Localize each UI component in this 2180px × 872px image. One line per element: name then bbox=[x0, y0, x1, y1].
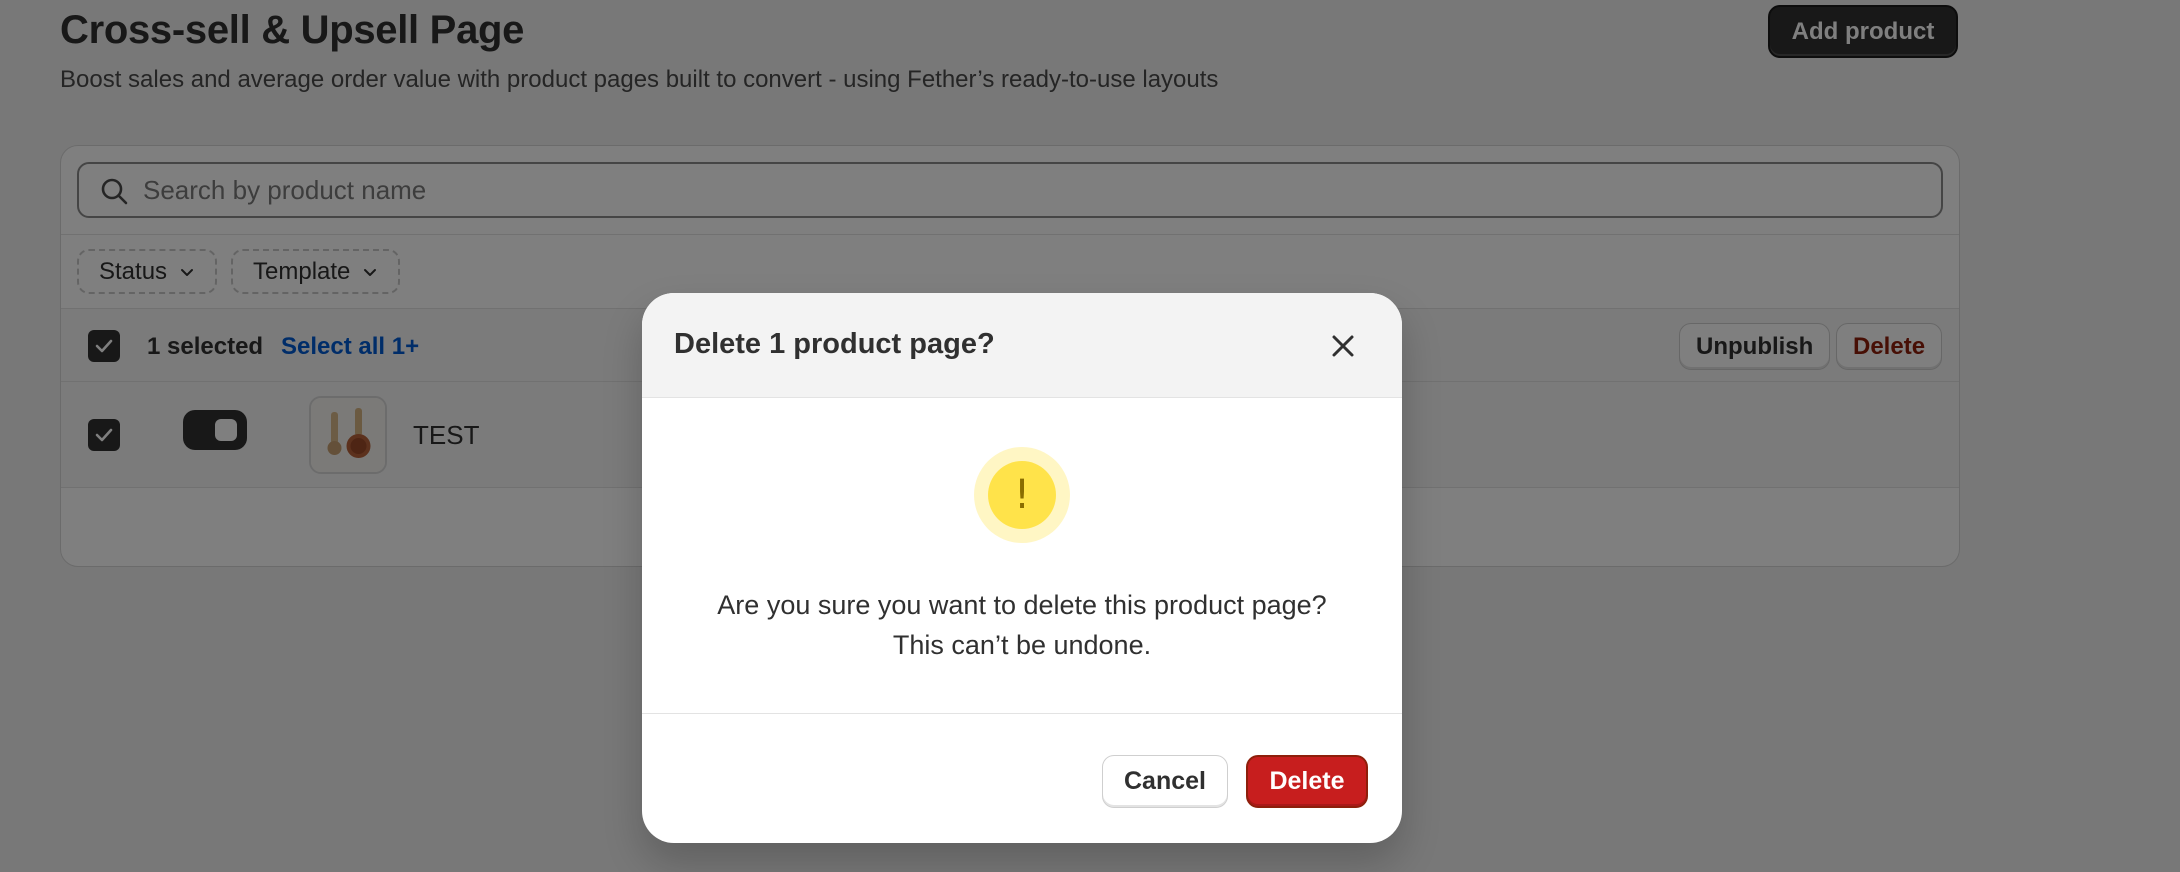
confirm-delete-button[interactable]: Delete bbox=[1246, 755, 1368, 808]
delete-confirmation-modal: Delete 1 product page? ! Are you sure yo… bbox=[642, 293, 1402, 843]
modal-header: Delete 1 product page? bbox=[642, 293, 1402, 398]
cancel-button[interactable]: Cancel bbox=[1102, 755, 1228, 808]
modal-message: Are you sure you want to delete this pro… bbox=[642, 585, 1402, 665]
modal-message-line1: Are you sure you want to delete this pro… bbox=[717, 590, 1327, 620]
warning-glyph: ! bbox=[988, 461, 1056, 529]
modal-divider bbox=[642, 713, 1402, 714]
close-button[interactable] bbox=[1320, 323, 1366, 369]
close-icon bbox=[1332, 335, 1354, 357]
modal-message-line2: This can’t be undone. bbox=[892, 630, 1152, 660]
modal-title: Delete 1 product page? bbox=[674, 328, 995, 360]
warning-icon: ! bbox=[974, 447, 1070, 543]
